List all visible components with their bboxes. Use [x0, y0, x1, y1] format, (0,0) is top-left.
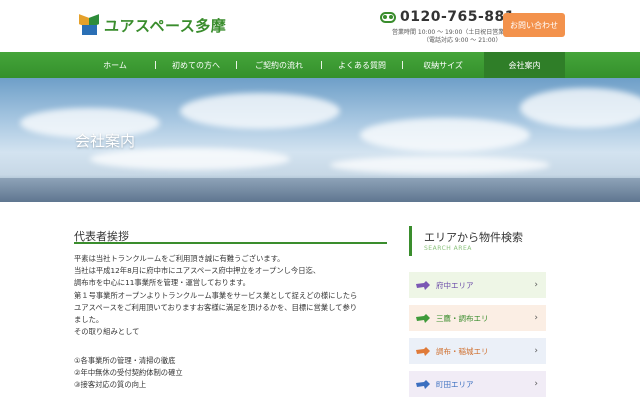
logo-text: ユアスペース多摩 — [104, 16, 227, 35]
greeting-line: 第１号事業所オープンよりトランクルーム事業をサービス業として捉えどの様にしたら — [74, 290, 358, 300]
nav-item-company[interactable]: 会社案内 — [484, 52, 565, 78]
cloud-decoration — [180, 93, 340, 129]
list-item: ②年中無休の受付契約体制の確立 — [74, 368, 183, 378]
area-link-label: 三鷹・調布エリ — [436, 313, 489, 323]
site-logo[interactable]: ユアスペース多摩 — [79, 12, 226, 38]
site-header: ユアスペース多摩 0120-765-881 営業時間 10:00 〜 19:00… — [0, 0, 640, 52]
chevron-right-icon: › — [534, 313, 538, 323]
nav-item-storage-size[interactable]: 収納サイズ — [403, 52, 483, 78]
phone-number-block[interactable]: 0120-765-881 — [380, 9, 515, 25]
logo-cube-icon — [79, 14, 101, 36]
area-link-machida[interactable]: 町田エリア › — [409, 371, 546, 397]
area-link-label: 調布・稲城エリ — [436, 346, 489, 356]
nav-item-faq[interactable]: よくある質問 — [322, 52, 402, 78]
chevron-right-icon: › — [534, 379, 538, 389]
area-search-title: エリアから物件検索 — [424, 231, 523, 244]
main-nav: ホーム 初めての方へ ご契約の流れ よくある質問 収納サイズ 会社案内 — [0, 52, 640, 78]
area-search-subtitle: SEARCH AREA — [424, 245, 472, 252]
page-title: 会社案内 — [75, 132, 136, 150]
area-link-mitaka-chofu[interactable]: 三鷹・調布エリ › — [409, 305, 546, 331]
area-search-header: エリアから物件検索 SEARCH AREA — [409, 226, 549, 256]
phone-number: 0120-765-881 — [400, 9, 516, 25]
cityscape — [0, 178, 640, 202]
cloud-decoration — [330, 156, 550, 174]
greeting-line: その取り組みとして — [74, 327, 140, 337]
area-map-icon — [416, 313, 430, 323]
greeting-line: 当社は平成12年8月に府中市にユアスペース府中押立をオープンし今日迄、 — [74, 266, 321, 276]
greeting-line: 調布市を中心に11事業所を管理・運営しております。 — [74, 278, 250, 288]
greeting-line: ユアスペースをご利用頂いておりますお客様に満足を頂けるかを、目標に営業して参り — [74, 302, 358, 312]
list-item: ③接客対応の質の向上 — [74, 380, 147, 390]
cloud-decoration — [520, 88, 640, 128]
contact-button[interactable]: お問い合わせ — [503, 13, 565, 37]
heading-underline — [74, 242, 387, 244]
greeting-line: ました。 — [74, 315, 104, 325]
nav-item-contract-flow[interactable]: ご契約の流れ — [237, 52, 321, 78]
initiatives-list: ①各事業所の管理・清掃の徹底 ②年中無休の受付契約体制の確立 ③接客対応の質の向… — [74, 355, 183, 392]
chevron-right-icon: › — [534, 280, 538, 290]
area-link-label: 府中エリア — [436, 280, 474, 290]
free-dial-icon — [380, 11, 396, 23]
list-item: ①各事業所の管理・清掃の徹底 — [74, 356, 176, 365]
hero-banner: 会社案内 — [0, 78, 640, 202]
chevron-right-icon: › — [534, 346, 538, 356]
phone-hours: （電話対応 9:00 〜 21:00） — [423, 37, 502, 44]
area-link-label: 町田エリア — [436, 379, 474, 389]
cloud-decoration — [90, 148, 290, 170]
area-map-icon — [416, 346, 430, 356]
area-map-icon — [416, 280, 430, 290]
nav-item-first-time[interactable]: 初めての方へ — [156, 52, 236, 78]
nav-item-home[interactable]: ホーム — [75, 52, 155, 78]
area-link-fuchu[interactable]: 府中エリア › — [409, 272, 546, 298]
area-map-icon — [416, 379, 430, 389]
greeting-body: 平素は当社トランクルームをご利用頂き誠に有難うございます。 当社は平成12年8月… — [74, 253, 389, 338]
area-link-chofu-inagi[interactable]: 調布・稲城エリ › — [409, 338, 546, 364]
cloud-decoration — [360, 118, 530, 152]
greeting-line: 平素は当社トランクルームをご利用頂き誠に有難うございます。 — [74, 254, 285, 263]
